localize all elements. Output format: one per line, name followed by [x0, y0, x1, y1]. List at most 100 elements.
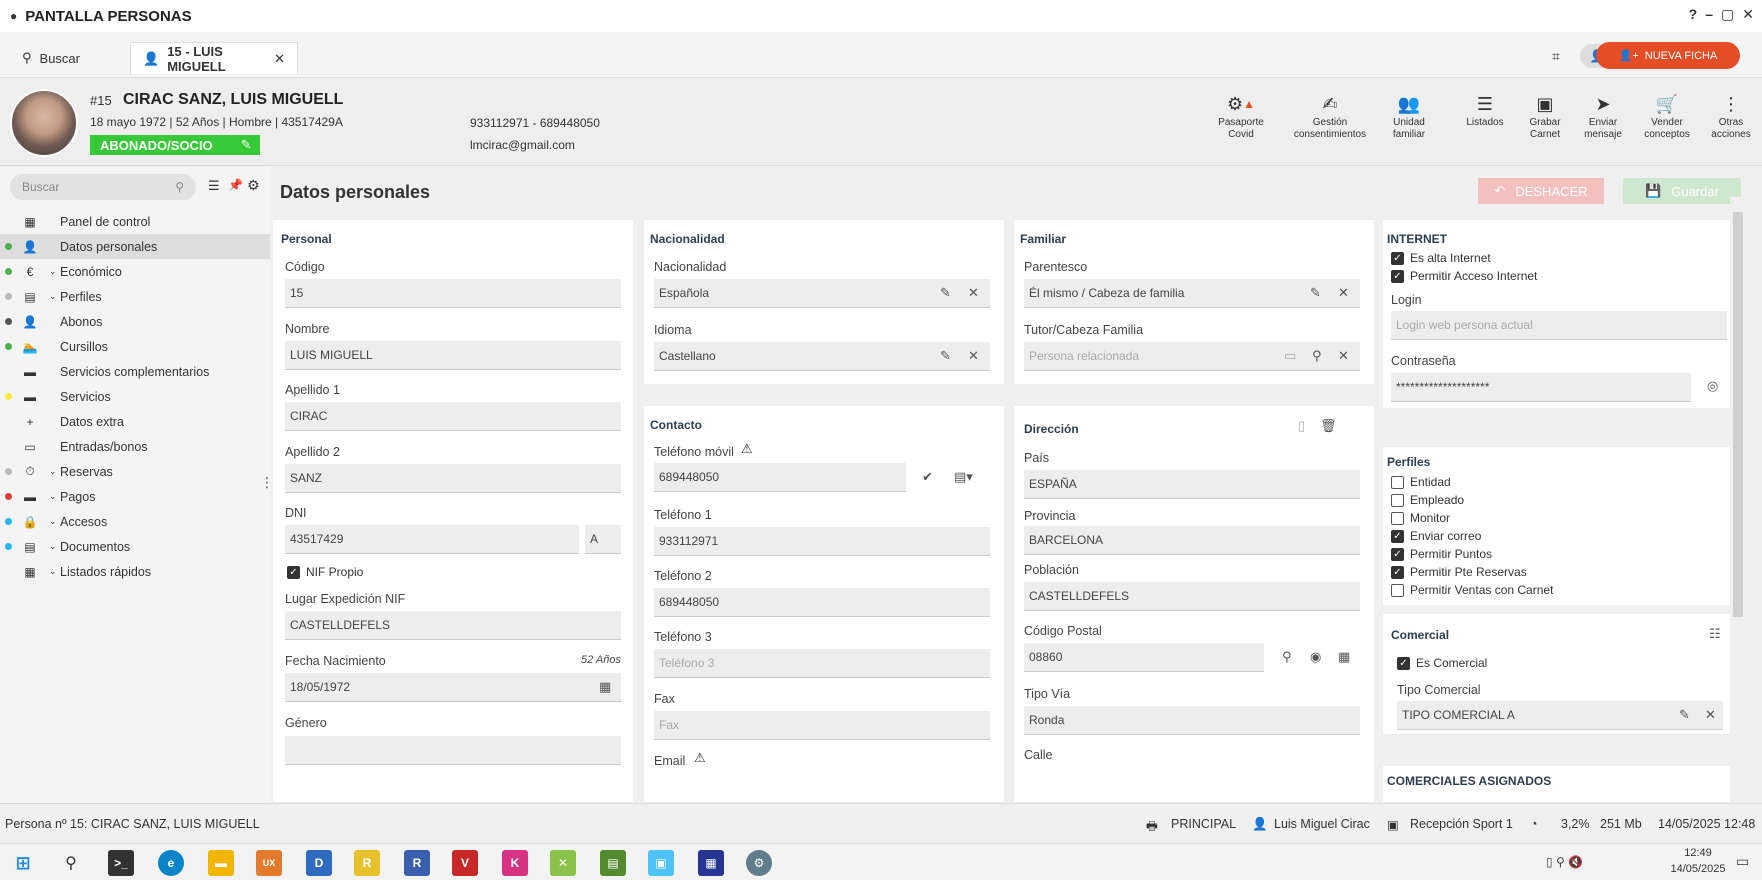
sidebar-item[interactable]: ▤ ⌄ Perfiles	[0, 284, 270, 309]
pais-input[interactable]: ESPAÑA	[1024, 470, 1360, 499]
family-unit-button[interactable]: 👥 Unidad familiar	[1384, 93, 1434, 141]
app-image-icon[interactable]: ▣	[648, 850, 674, 876]
codigo-input[interactable]: 15	[285, 279, 621, 308]
sidebar-item[interactable]: 🏊 Cursillos	[0, 334, 270, 359]
app-r-blue-icon[interactable]: R	[404, 850, 430, 876]
telefono2-input[interactable]: 689448050	[654, 588, 990, 617]
tipo-comercial-input[interactable]: TIPO COMERCIAL A	[1397, 701, 1723, 730]
nif-propio-checkbox[interactable]: ✓ NIF Propio	[287, 565, 363, 579]
chevron-down-icon[interactable]: ⌄	[49, 291, 57, 302]
consents-button[interactable]: ✍ Gestión consentimientos	[1284, 93, 1376, 141]
cp-input[interactable]: 08860	[1024, 643, 1264, 672]
sidebar-item[interactable]: ⏱ ⌄ Reservas	[0, 459, 270, 484]
folder-icon[interactable]: ▬	[208, 850, 234, 876]
genero-input[interactable]	[285, 736, 621, 765]
clear-icon[interactable]: ✕	[968, 285, 979, 301]
edit-icon[interactable]: ✎	[940, 348, 951, 364]
new-record-button[interactable]: 👤+ NUEVA FICHA	[1596, 42, 1740, 69]
app-cube-icon[interactable]: ▦	[698, 850, 724, 876]
tipo-via-input[interactable]: Ronda	[1024, 706, 1360, 735]
maximize-icon[interactable]: ▢	[1721, 6, 1734, 23]
perfil-checkbox[interactable]: Entidad	[1391, 475, 1451, 489]
edit-icon[interactable]: ✎	[940, 285, 951, 301]
nombre-input[interactable]: LUIS MIGUELL	[285, 341, 621, 370]
search-icon[interactable]: ⚲	[1312, 348, 1322, 364]
listings-button[interactable]: ☰ Listados	[1460, 93, 1510, 129]
tab-search[interactable]: ⚲ Buscar	[10, 42, 128, 74]
save-button[interactable]: 💾 Guardar	[1623, 178, 1741, 204]
send-message-button[interactable]: ➤ Enviar mensaje	[1580, 93, 1626, 141]
id-card-icon[interactable]: ▭	[1284, 348, 1296, 364]
menu-icon[interactable]: ☰	[208, 178, 220, 194]
acceso-checkbox[interactable]: ✓ Permitir Acceso Internet	[1391, 269, 1537, 283]
check-icon[interactable]: ✔	[922, 469, 933, 485]
settings-icon[interactable]: ⚙	[746, 850, 772, 876]
sidebar-item[interactable]: + Datos extra	[0, 409, 270, 434]
scrollbar[interactable]	[1730, 197, 1746, 803]
app-k-icon[interactable]: K	[502, 850, 528, 876]
chevron-down-icon[interactable]: ⌄	[49, 491, 57, 502]
sidebar-item[interactable]: ▬ Servicios	[0, 384, 270, 409]
tray-icons[interactable]: ▯ ⚲ 🔇	[1546, 855, 1583, 869]
tree-icon[interactable]: ☷	[1709, 626, 1721, 642]
telefono3-input[interactable]: Teléfono 3	[654, 649, 990, 678]
sidebar-item[interactable]: 👤 Abonos	[0, 309, 270, 334]
sidebar-item[interactable]: ▬ ⌄ Pagos	[0, 484, 270, 509]
sidebar-item[interactable]: ▤ ⌄ Documentos	[0, 534, 270, 559]
undo-button[interactable]: ↶ DESHACER	[1478, 178, 1604, 204]
clear-icon[interactable]: ✕	[1705, 707, 1716, 723]
perfil-checkbox[interactable]: Empleado	[1391, 493, 1464, 507]
es-alta-checkbox[interactable]: ✓ Es alta Internet	[1391, 251, 1491, 265]
app-d-icon[interactable]: D	[306, 850, 332, 876]
perfil-checkbox[interactable]: ✓ Permitir Puntos	[1391, 547, 1492, 561]
scroll-thumb[interactable]	[1733, 212, 1743, 617]
sell-concepts-button[interactable]: 🛒 Vender conceptos	[1640, 93, 1694, 141]
settings-icon[interactable]: ⚙	[247, 177, 260, 194]
chevron-down-icon[interactable]: ⌄	[49, 466, 57, 477]
locate-icon[interactable]: ◉	[1310, 649, 1321, 665]
search-icon[interactable]: ⚲	[58, 850, 84, 876]
chevron-down-icon[interactable]: ⌄	[49, 566, 57, 577]
perfil-checkbox[interactable]: Permitir Ventas con Carnet	[1391, 583, 1553, 597]
es-comercial-checkbox[interactable]: ✓ Es Comercial	[1397, 656, 1487, 670]
sidebar-item[interactable]: ▭ Entradas/bonos	[0, 434, 270, 459]
dni-input[interactable]: 43517429	[285, 525, 579, 554]
close-icon[interactable]: ✕	[1742, 6, 1754, 23]
app-ux-icon[interactable]: UX	[256, 850, 282, 876]
movil-input[interactable]: 689448050	[654, 463, 906, 492]
apellido2-input[interactable]: SANZ	[285, 464, 621, 493]
app-r-yellow-icon[interactable]: R	[354, 850, 380, 876]
password-input[interactable]: ********************	[1391, 373, 1691, 402]
dni-letter-input[interactable]: A	[585, 525, 621, 554]
edge-icon[interactable]: e	[158, 850, 184, 876]
grid-icon[interactable]: ▦	[1338, 649, 1350, 665]
edit-icon[interactable]: ✎	[1310, 285, 1321, 301]
sms-icon[interactable]: ▤▾	[954, 469, 973, 485]
telefono1-input[interactable]: 933112971	[654, 527, 990, 556]
perfil-checkbox[interactable]: ✓ Enviar correo	[1391, 529, 1481, 543]
perfil-checkbox[interactable]: Monitor	[1391, 511, 1450, 525]
minimize-icon[interactable]: –	[1705, 6, 1713, 23]
windows-start-icon[interactable]: ⊞	[10, 850, 36, 876]
tab-person[interactable]: 👤 15 - LUIS MIGUELL ✕	[130, 42, 298, 74]
provincia-input[interactable]: BARCELONA	[1024, 526, 1360, 555]
notification-icon[interactable]: ▭	[1736, 853, 1749, 870]
delete-address-icon[interactable]: 🗑	[1320, 418, 1337, 434]
apellido1-input[interactable]: CIRAC	[285, 402, 621, 431]
fax-input[interactable]: Fax	[654, 711, 990, 740]
sidebar-item[interactable]: ▦ Panel de control	[0, 209, 270, 234]
clear-icon[interactable]: ✕	[1338, 285, 1349, 301]
login-input[interactable]: Login web persona actual	[1391, 311, 1727, 340]
map-icon[interactable]: ▯	[1298, 418, 1305, 434]
face-scan-icon[interactable]: ⌗	[1552, 48, 1560, 65]
help-icon[interactable]: ?	[1689, 6, 1698, 23]
edit-icon[interactable]: ✎	[241, 137, 252, 153]
terminal-icon[interactable]: >_	[108, 850, 134, 876]
sidebar-item[interactable]: € ⌄ Económico	[0, 259, 270, 284]
app-x-icon[interactable]: ✕	[550, 850, 576, 876]
sidebar-item[interactable]: ▬ Servicios complementarios	[0, 359, 270, 384]
app-v-icon[interactable]: V	[452, 850, 478, 876]
lugar-input[interactable]: CASTELLDEFELS	[285, 611, 621, 640]
close-tab-icon[interactable]: ✕	[274, 51, 285, 67]
chevron-down-icon[interactable]: ⌄	[49, 266, 57, 277]
